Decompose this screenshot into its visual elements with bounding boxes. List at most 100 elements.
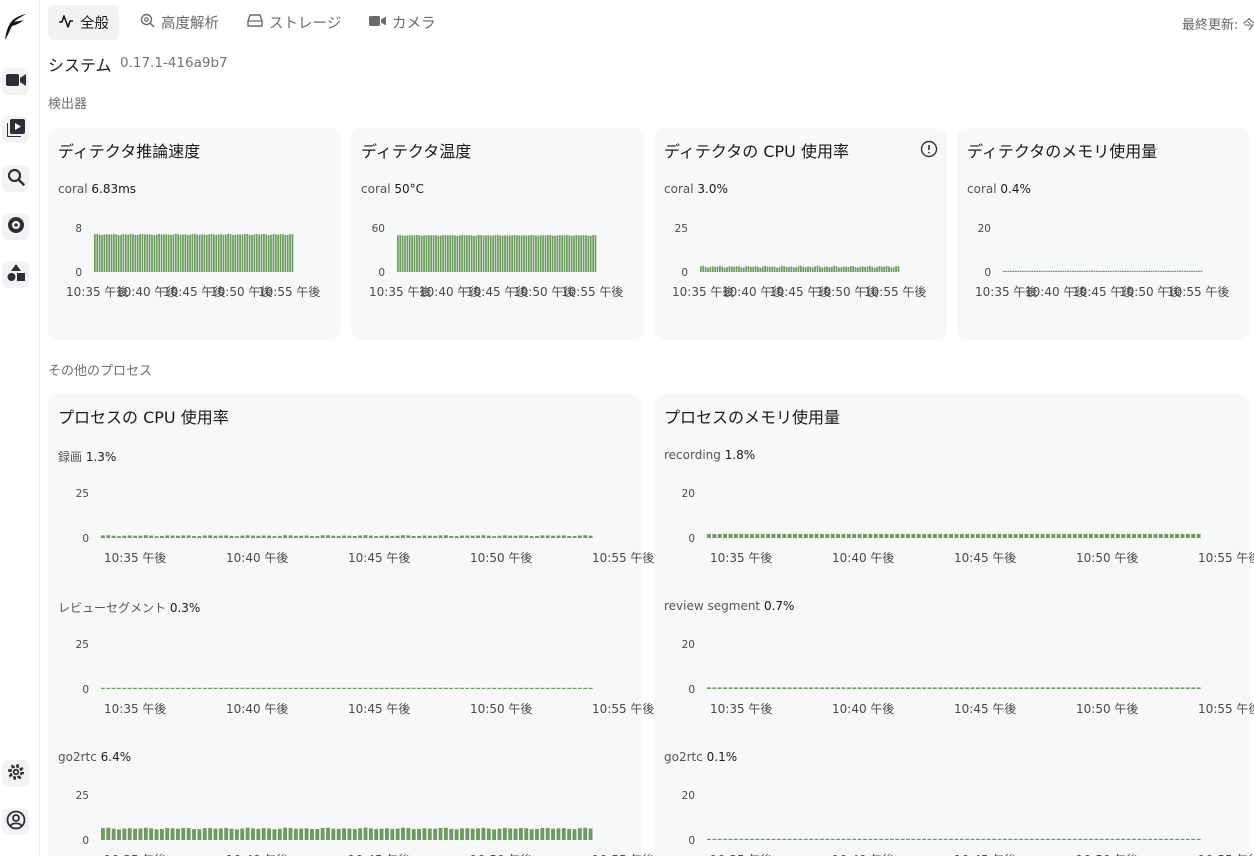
- chart-bar: [240, 828, 245, 840]
- detector-memory-chart: 20010:35 午後10:40 午後10:45 午後10:50 午後10:55…: [975, 223, 1229, 299]
- y-tick-label: 0: [75, 267, 82, 279]
- tab-storage[interactable]: ストレージ: [237, 5, 351, 40]
- chart-bar: [411, 536, 416, 538]
- chart-bar: [949, 687, 953, 689]
- tab-general[interactable]: 全般: [48, 5, 119, 40]
- chart-bar: [486, 535, 491, 538]
- chart-bar: [1019, 270, 1022, 272]
- chart-bar: [764, 265, 766, 272]
- chart-bar: [486, 687, 491, 689]
- frigate-logo[interactable]: [2, 10, 28, 42]
- chart-bar: [726, 267, 728, 272]
- chart-bar: [427, 235, 430, 272]
- chart-bar: [1050, 270, 1053, 272]
- chart-bar: [1175, 687, 1179, 689]
- chart-bar: [127, 687, 132, 689]
- x-tick-label: 10:55 午後: [1198, 702, 1254, 716]
- chart-bar: [213, 687, 218, 689]
- chart-bar: [717, 838, 722, 840]
- chart-bar: [828, 267, 831, 272]
- chart-bar: [122, 234, 125, 272]
- chart-bar: [288, 828, 293, 840]
- chart-bar: [1153, 270, 1155, 272]
- sidebar-item-account[interactable]: [2, 808, 29, 835]
- chart-bar: [368, 828, 373, 840]
- chart-bar: [857, 838, 862, 840]
- chart-bar: [315, 687, 320, 689]
- chart-bar: [895, 533, 900, 538]
- chart-bar: [438, 687, 443, 689]
- chart-bar: [938, 533, 943, 538]
- chart-bar: [411, 235, 413, 272]
- chart-bar: [1129, 270, 1131, 272]
- chart-bar: [588, 535, 593, 538]
- chart-bar: [106, 535, 111, 538]
- chart-bar: [1091, 270, 1093, 272]
- chart-bar: [497, 828, 502, 840]
- chart-bar: [155, 234, 158, 272]
- info-icon[interactable]: [920, 140, 938, 162]
- user-circle-icon: [6, 810, 26, 834]
- chart-bar: [282, 234, 284, 272]
- chart-bar: [542, 235, 544, 272]
- chart-bar: [358, 535, 363, 538]
- tab-enrichments[interactable]: 高度解析: [130, 5, 229, 40]
- chart-bar: [203, 234, 206, 272]
- chart-bar: [846, 838, 851, 840]
- chart-bar: [1072, 838, 1077, 840]
- chart-bar: [210, 233, 213, 272]
- chart-bar: [288, 535, 293, 538]
- chart-bar: [852, 687, 857, 689]
- y-tick-label: 0: [378, 267, 385, 279]
- chart-bar: [98, 234, 101, 272]
- chart-bar: [800, 265, 802, 272]
- chart-bar: [1137, 687, 1142, 689]
- chart-bar: [167, 234, 170, 272]
- chart-bar: [411, 687, 416, 689]
- sidebar-item-classification[interactable]: [2, 261, 29, 288]
- chart-bar: [492, 235, 494, 272]
- chart-bar: [954, 533, 959, 538]
- chart-bar: [1186, 270, 1189, 272]
- chart-bar: [997, 533, 1002, 538]
- process-memory-chart: 20 0 10:35 午後 10:40 午後 10:45 午後 10:50 午後 10:55…: [682, 488, 1254, 565]
- chart-bar: [859, 266, 862, 272]
- chart-bar: [422, 535, 427, 538]
- chart-bar: [286, 234, 289, 272]
- chart-bar: [535, 829, 539, 840]
- chart-bar: [943, 687, 948, 689]
- chart-bar: [1169, 270, 1172, 272]
- chart-bar: [809, 687, 814, 689]
- tab-cameras[interactable]: カメラ: [359, 5, 446, 40]
- chart-bar: [309, 687, 314, 689]
- chart-bar: [1164, 533, 1169, 538]
- chart-bar: [277, 687, 282, 689]
- chart-bar: [1126, 270, 1129, 272]
- chart-bar: [787, 838, 792, 840]
- chart-bar: [863, 687, 867, 689]
- chart-bar: [1043, 270, 1046, 272]
- chart-bar: [186, 535, 191, 538]
- chart-bar: [143, 535, 148, 538]
- chart-bar: [163, 234, 165, 272]
- chart-bar: [1056, 838, 1061, 840]
- metric-label: coral 50°C: [361, 182, 425, 196]
- chart-bar: [224, 234, 227, 272]
- chart-bar: [260, 234, 263, 272]
- sidebar-item-explore[interactable]: [2, 165, 29, 192]
- chart-bar: [897, 266, 900, 272]
- chart-bar: [224, 535, 229, 538]
- sidebar-item-settings[interactable]: [2, 760, 29, 787]
- chart-bar: [540, 687, 545, 689]
- chart-bar: [151, 234, 153, 272]
- chart-bar: [283, 827, 288, 840]
- chart-bar: [537, 235, 540, 272]
- chart-bar: [241, 234, 244, 272]
- sidebar-item-export[interactable]: [2, 213, 29, 240]
- chart-bar: [735, 266, 738, 272]
- chart-bar: [417, 687, 422, 689]
- sidebar-item-review[interactable]: [2, 116, 29, 143]
- sidebar-item-live[interactable]: [2, 68, 29, 95]
- chart-bar: [1126, 838, 1131, 840]
- chart-bar: [246, 233, 249, 272]
